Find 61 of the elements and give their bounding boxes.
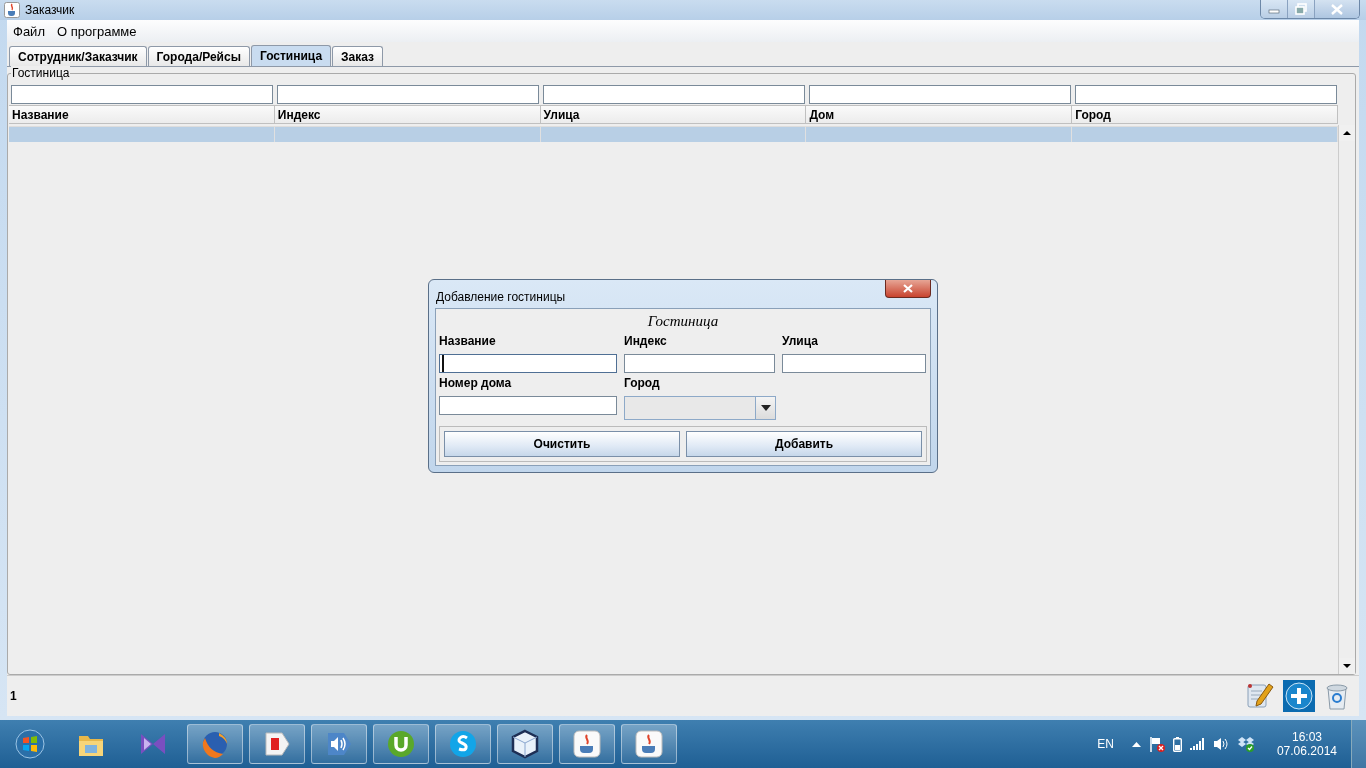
field-label: Название bbox=[439, 333, 497, 349]
tab[interactable]: Сотрудник/Заказчик bbox=[9, 46, 147, 66]
column-header[interactable]: Индекс bbox=[274, 105, 541, 124]
filter-field[interactable] bbox=[1075, 85, 1337, 104]
form-heading: Гостиница bbox=[646, 313, 720, 331]
form-button[interactable]: Добавить bbox=[686, 431, 922, 457]
scrollbar[interactable] bbox=[1338, 125, 1355, 674]
field-label: Улица bbox=[782, 333, 819, 349]
field-label: Номер дома bbox=[439, 375, 513, 391]
filter-field[interactable] bbox=[543, 85, 805, 104]
chat-icon bbox=[447, 728, 479, 760]
speaker-icon[interactable] bbox=[1212, 737, 1229, 751]
restore-icon bbox=[1295, 3, 1307, 15]
menu-item[interactable]: Файл bbox=[7, 23, 51, 39]
taskbar-button[interactable] bbox=[311, 724, 367, 764]
input-field[interactable] bbox=[439, 354, 617, 373]
close-icon bbox=[1331, 3, 1343, 15]
taskbar-button[interactable] bbox=[497, 724, 553, 764]
filter-field[interactable] bbox=[277, 85, 539, 104]
dialog-title: Добавление гостиницы bbox=[436, 290, 566, 304]
form-button[interactable]: Очистить bbox=[444, 431, 680, 457]
menu-item[interactable]: О программе bbox=[50, 23, 143, 39]
taskbar-button[interactable] bbox=[559, 724, 615, 764]
language-indicator[interactable]: EN bbox=[1097, 737, 1114, 751]
add-icon[interactable] bbox=[1283, 680, 1315, 712]
filter-field[interactable] bbox=[809, 85, 1071, 104]
tab[interactable]: Заказ bbox=[332, 46, 384, 66]
caret-icon[interactable] bbox=[1131, 741, 1141, 747]
taskbar-button[interactable] bbox=[373, 724, 429, 764]
cup-icon bbox=[4, 2, 20, 18]
close-icon bbox=[902, 284, 914, 293]
close-button[interactable] bbox=[885, 280, 931, 298]
taskbar-button[interactable] bbox=[435, 724, 491, 764]
caret-icon bbox=[760, 405, 771, 411]
input-field[interactable] bbox=[624, 354, 775, 373]
input-field[interactable] bbox=[439, 396, 617, 415]
column-header[interactable]: Название bbox=[9, 105, 275, 124]
row-count: 1 bbox=[10, 689, 17, 703]
input-field[interactable] bbox=[782, 354, 926, 373]
tab[interactable]: Города/Рейсы bbox=[147, 46, 250, 66]
cup-icon bbox=[571, 728, 603, 760]
battery-icon[interactable] bbox=[1172, 736, 1182, 752]
torrent-icon bbox=[385, 728, 417, 760]
cup-icon bbox=[633, 728, 665, 760]
field-label: Индекс bbox=[624, 333, 668, 349]
window-title: Заказчик bbox=[25, 3, 76, 17]
box-icon[interactable] bbox=[1236, 736, 1255, 752]
panel-title: Гостиница bbox=[11, 66, 71, 80]
column-header[interactable]: Город bbox=[1072, 105, 1338, 124]
column-header[interactable]: Улица bbox=[540, 105, 807, 124]
clock-time[interactable]: 16:03 bbox=[1291, 730, 1322, 744]
flag-icon[interactable] bbox=[1148, 736, 1165, 752]
taskbar-button[interactable] bbox=[621, 724, 677, 764]
column-header[interactable]: Дом bbox=[806, 105, 1073, 124]
signal-icon[interactable] bbox=[1189, 738, 1205, 750]
field-label: Город bbox=[624, 375, 661, 391]
tab[interactable]: Гостиница bbox=[250, 45, 332, 66]
clock-date[interactable]: 07.06.2014 bbox=[1276, 744, 1337, 758]
filter-field[interactable] bbox=[11, 85, 273, 104]
restore-button[interactable] bbox=[1288, 0, 1315, 18]
cube-icon bbox=[509, 728, 541, 760]
